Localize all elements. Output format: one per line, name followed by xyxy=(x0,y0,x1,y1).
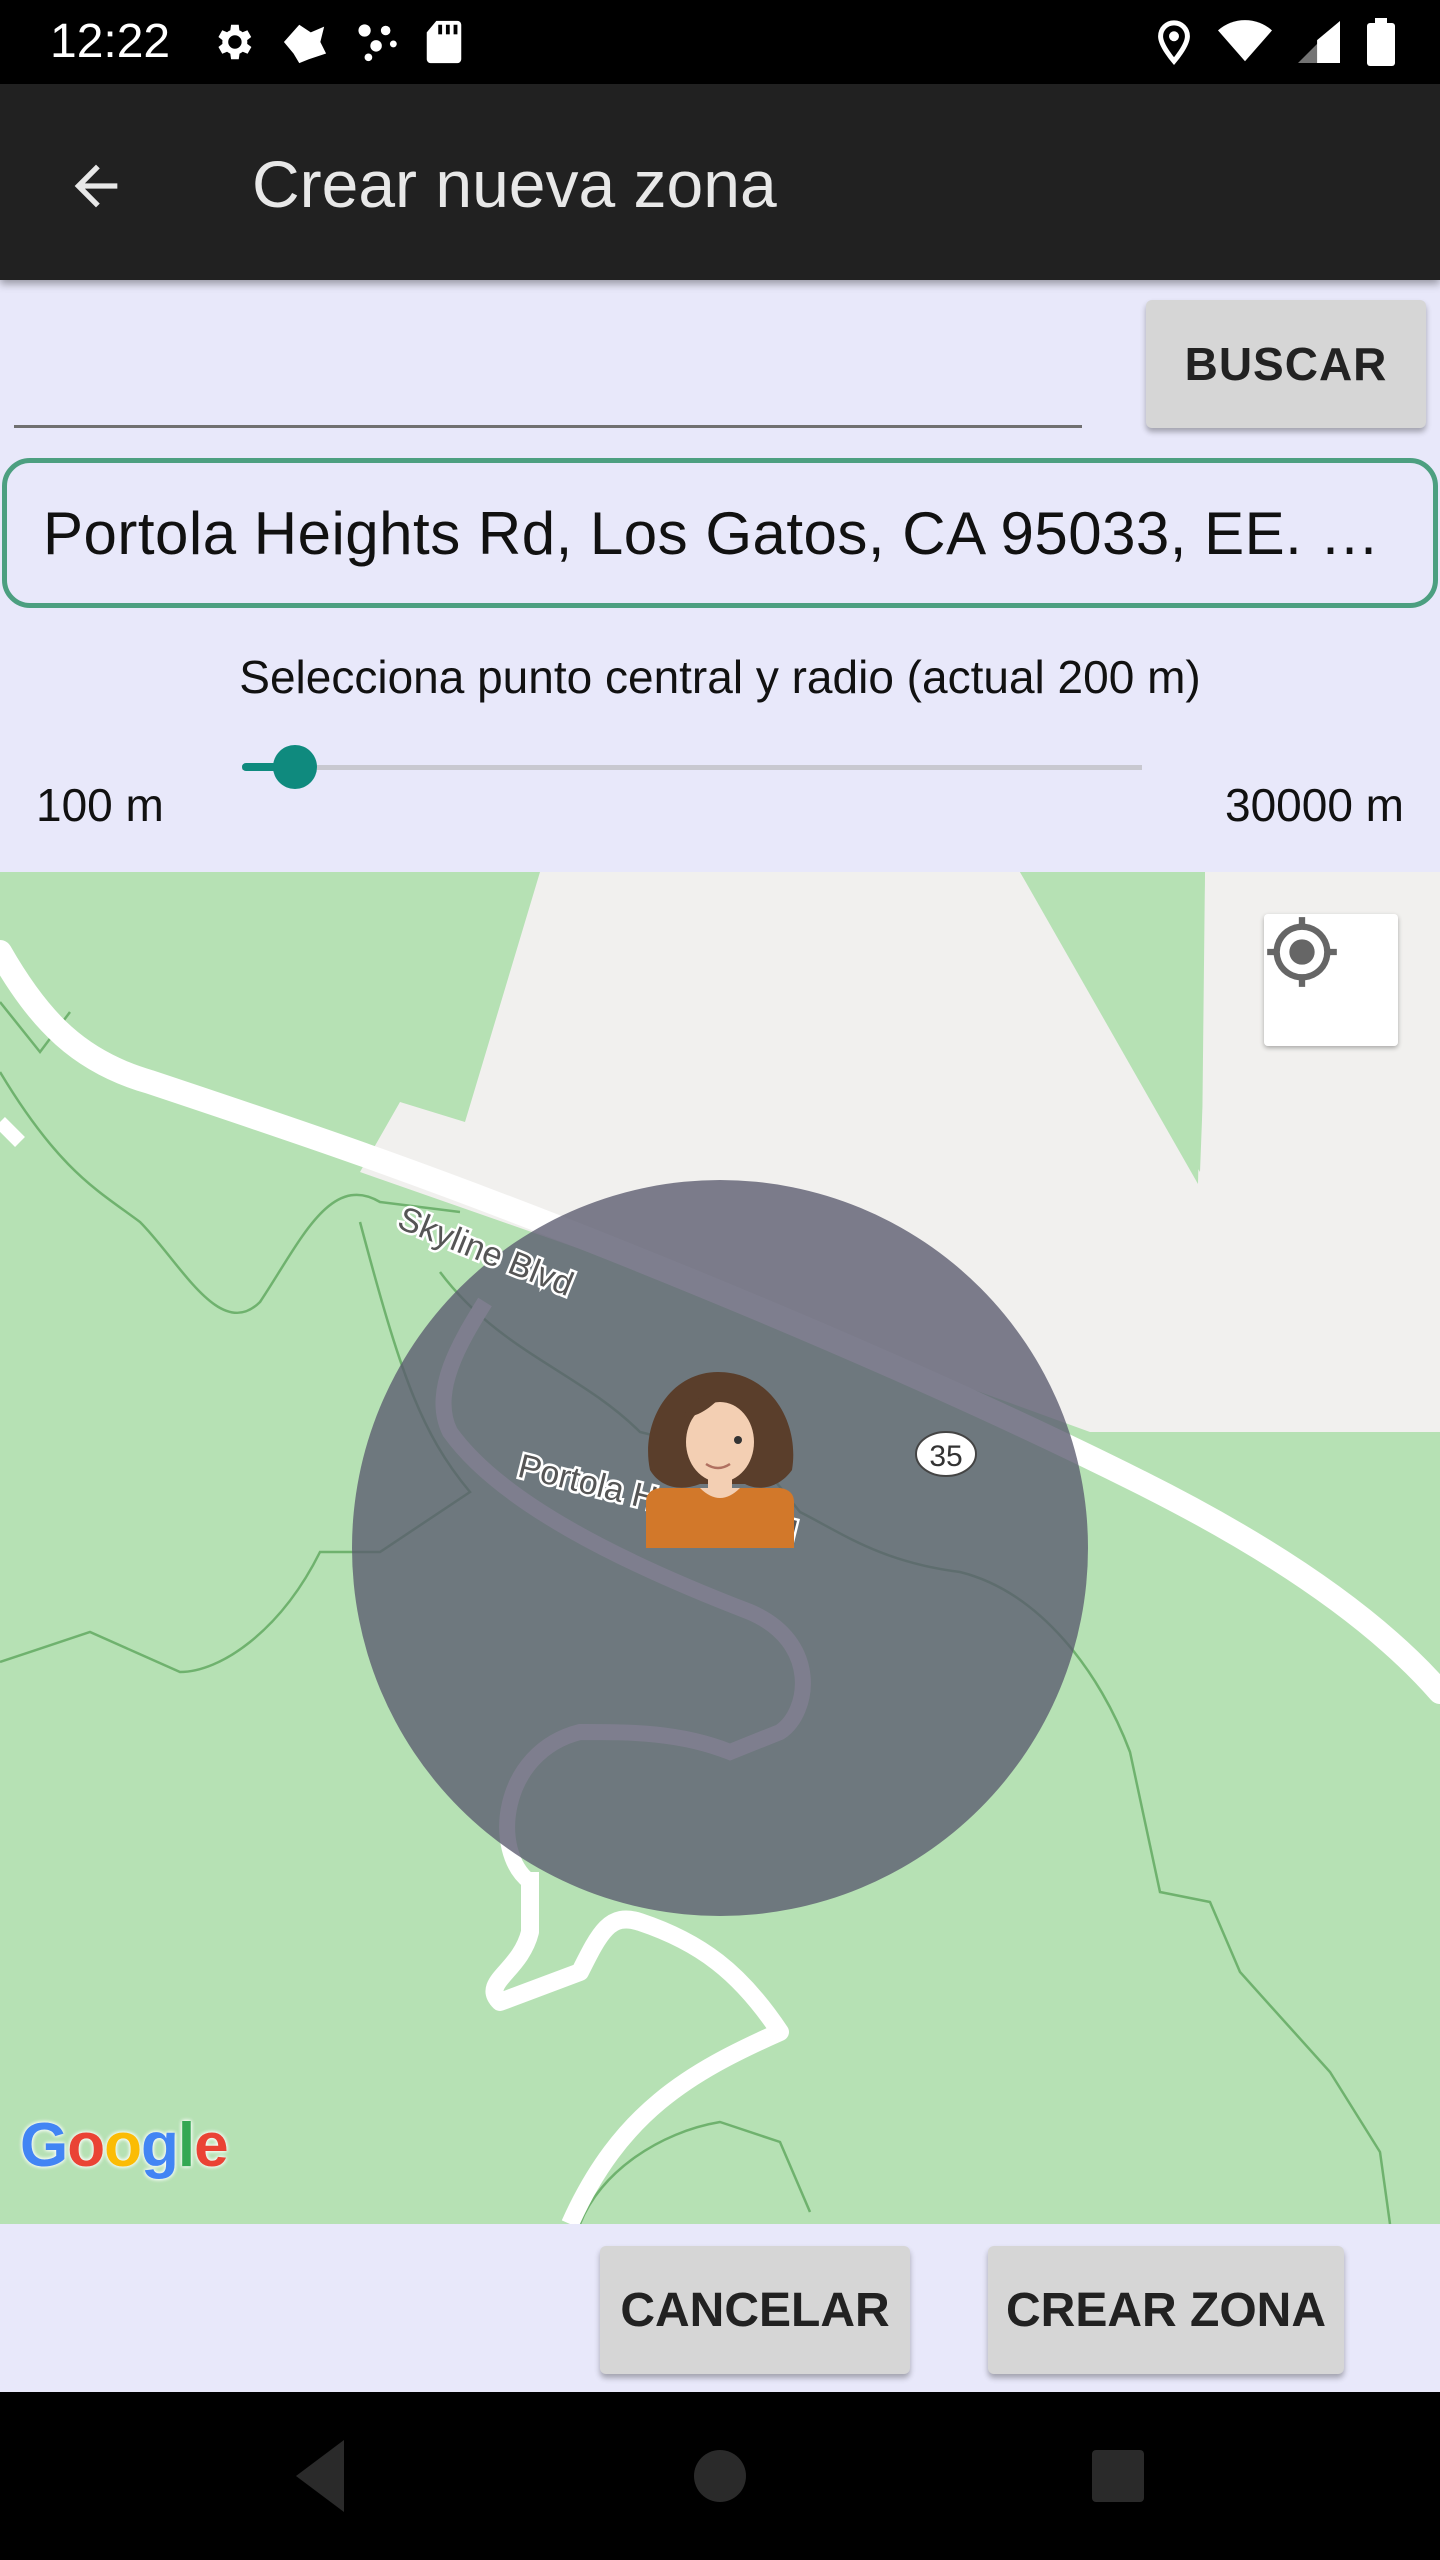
action-bar: CANCELAR CREAR ZONA xyxy=(0,2224,1440,2392)
status-left-icons xyxy=(210,16,464,68)
address-text: Portola Heights Rd, Los Gatos, CA 95033,… xyxy=(43,499,1403,567)
my-location-button[interactable] xyxy=(1264,914,1398,1046)
wifi-icon xyxy=(1218,20,1272,62)
search-input[interactable] xyxy=(14,314,1082,428)
nav-recents-icon[interactable] xyxy=(1092,2450,1144,2502)
search-button[interactable]: BUSCAR xyxy=(1146,300,1426,428)
arrow-back-icon xyxy=(74,164,118,208)
dots-icon xyxy=(358,24,397,62)
map-road-secondary xyxy=(0,1117,25,1147)
gear-icon xyxy=(218,24,252,60)
slider-track xyxy=(242,765,1142,770)
nav-bar xyxy=(0,2392,1440,2560)
radius-instruction: Selecciona punto central y radio (actual… xyxy=(239,651,1201,703)
map-view[interactable]: Skyline Blvd Portola Heights Rd 35 xyxy=(0,872,1440,2224)
map-canvas: Skyline Blvd Portola Heights Rd 35 xyxy=(0,872,1440,2224)
google-logo: Google xyxy=(20,2111,229,2180)
location-icon xyxy=(1158,20,1190,65)
sd-card-icon xyxy=(426,20,462,64)
nav-back-icon[interactable] xyxy=(290,2438,350,2514)
battery-icon xyxy=(1367,18,1395,66)
cancel-button[interactable]: CANCELAR xyxy=(600,2246,910,2374)
app-bar: Crear nueva zona xyxy=(0,84,1440,280)
create-zone-button[interactable]: CREAR ZONA xyxy=(988,2246,1344,2374)
content: BUSCAR Portola Heights Rd, Los Gatos, CA… xyxy=(0,280,1440,2392)
slider-thumb[interactable] xyxy=(272,745,317,789)
signal-icon xyxy=(1298,21,1340,63)
route-shield: 35 xyxy=(915,1431,977,1477)
page-title: Crear nueva zona xyxy=(252,147,777,221)
address-field[interactable]: Portola Heights Rd, Los Gatos, CA 95033,… xyxy=(2,458,1438,608)
nav-home-icon[interactable] xyxy=(694,2450,746,2502)
radius-slider[interactable] xyxy=(242,732,1142,802)
slider-max-label: 30000 m xyxy=(1224,779,1404,831)
map-road-secondary xyxy=(485,1872,789,2224)
route-shield-number: 35 xyxy=(929,1440,962,1473)
slider-min-label: 100 m xyxy=(36,779,164,831)
status-time: 12:22 xyxy=(50,15,171,68)
person-avatar-icon[interactable] xyxy=(646,1372,794,1548)
notification-icon xyxy=(283,24,327,64)
status-bar: 12:22 xyxy=(0,0,1440,84)
back-button[interactable] xyxy=(48,138,144,234)
my-location-icon xyxy=(1267,917,1337,987)
status-right-icons xyxy=(1156,16,1396,68)
